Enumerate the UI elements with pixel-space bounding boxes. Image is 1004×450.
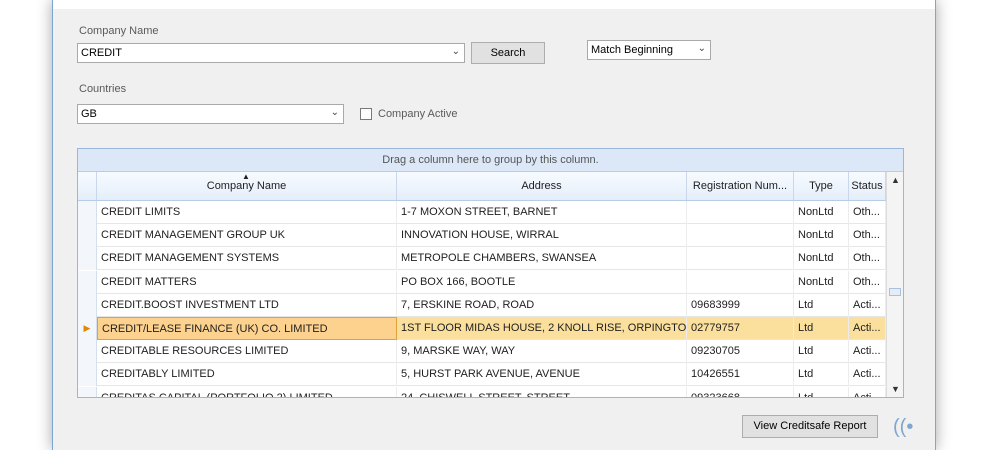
table-row[interactable]: CREDIT MANAGEMENT GROUP UK INNOVATION HOU… [78, 224, 886, 248]
company-name-combo[interactable]: CREDIT ⌄ [77, 43, 465, 63]
cell-type[interactable]: Ltd [794, 317, 849, 340]
window-top-strip [53, 0, 935, 9]
row-indicator[interactable] [78, 247, 97, 271]
cell-type[interactable]: NonLtd [794, 247, 849, 271]
cell-address[interactable]: 7, ERSKINE ROAD, ROAD [397, 293, 687, 317]
cell-reg[interactable] [687, 224, 794, 248]
col-status[interactable]: Status [849, 172, 886, 200]
countries-label: Countries [79, 83, 127, 95]
cell-address[interactable]: 5, HURST PARK AVENUE, AVENUE [397, 363, 687, 387]
cell-address[interactable]: 24, CHISWELL STREET, STREET [397, 386, 687, 397]
cell-reg[interactable]: 09323668 [687, 386, 794, 397]
row-indicator[interactable] [78, 363, 97, 387]
cell-name[interactable]: CREDIT.BOOST INVESTMENT LTD [97, 293, 397, 317]
scroll-thumb[interactable] [889, 288, 901, 296]
cell-status[interactable]: Acti... [849, 363, 886, 387]
cell-status[interactable]: Oth... [849, 201, 886, 224]
cell-reg[interactable] [687, 201, 794, 224]
cell-name[interactable]: CREDITABLY LIMITED [97, 363, 397, 387]
cell-status[interactable]: Acti... [849, 317, 886, 340]
cell-name[interactable]: CREDIT/LEASE FINANCE (UK) CO. LIMITED [97, 317, 397, 340]
match-mode-select[interactable]: Match Beginning ⌄ [587, 40, 711, 60]
cell-type[interactable]: Ltd [794, 386, 849, 397]
chevron-down-icon[interactable]: ⌄ [698, 43, 706, 54]
table-row[interactable]: ▶ CREDIT/LEASE FINANCE (UK) CO. LIMITED 1S… [78, 317, 886, 340]
company-active-label: Company Active [378, 108, 458, 120]
cell-type[interactable]: NonLtd [794, 201, 849, 224]
table-row[interactable]: CREDIT.BOOST INVESTMENT LTD 7, ERSKINE RO… [78, 293, 886, 317]
cell-status[interactable]: Oth... [849, 270, 886, 294]
header-indicator [78, 172, 97, 200]
row-indicator[interactable] [78, 224, 97, 248]
vertical-scrollbar[interactable]: ▲ ▼ [886, 172, 903, 397]
table-row[interactable]: CREDITAS CAPITAL (PORTFOLIO 2) LIMITED 24… [78, 386, 886, 397]
cell-address[interactable]: 9, MARSKE WAY, WAY [397, 340, 687, 364]
cell-address[interactable]: METROPOLE CHAMBERS, SWANSEA [397, 247, 687, 271]
chevron-down-icon[interactable]: ⌄ [452, 46, 460, 57]
cell-address[interactable]: INNOVATION HOUSE, WIRRAL [397, 224, 687, 248]
cell-address[interactable]: 1ST FLOOR MIDAS HOUSE, 2 KNOLL RISE, ORP… [397, 317, 687, 340]
countries-value: GB [81, 108, 97, 120]
cell-reg[interactable]: 02779757 [687, 317, 794, 340]
cell-reg[interactable]: 09683999 [687, 293, 794, 317]
search-button[interactable]: Search [471, 42, 545, 64]
view-creditsafe-report-button[interactable]: View Creditsafe Report [742, 415, 878, 438]
cell-status[interactable]: Acti... [849, 386, 886, 397]
cell-status[interactable]: Acti... [849, 293, 886, 317]
table-row[interactable]: CREDITABLY LIMITED 5, HURST PARK AVENUE, … [78, 363, 886, 387]
cell-type[interactable]: NonLtd [794, 224, 849, 248]
cell-status[interactable]: Oth... [849, 247, 886, 271]
chevron-down-icon[interactable]: ⌄ [331, 107, 339, 118]
cell-name[interactable]: CREDITABLE RESOURCES LIMITED [97, 340, 397, 364]
cell-type[interactable]: NonLtd [794, 270, 849, 294]
sort-ascending-icon: ▲ [242, 172, 250, 181]
scroll-up-icon[interactable]: ▲ [891, 175, 900, 185]
table-row[interactable]: CREDIT LIMITS 1-7 MOXON STREET, BARNET Non… [78, 201, 886, 224]
col-address[interactable]: Address [397, 172, 687, 200]
cell-name[interactable]: CREDIT LIMITS [97, 201, 397, 224]
grid-header: ▲ Company Name Address Registration Num.… [78, 172, 886, 201]
row-indicator[interactable] [78, 340, 97, 364]
col-type[interactable]: Type [794, 172, 849, 200]
results-grid: Drag a column here to group by this colu… [77, 148, 904, 398]
current-row-arrow-icon[interactable]: ▶ [78, 317, 97, 340]
row-indicator[interactable] [78, 293, 97, 317]
cell-reg[interactable]: 10426551 [687, 363, 794, 387]
cell-address[interactable]: 1-7 MOXON STREET, BARNET [397, 201, 687, 224]
cell-address[interactable]: PO BOX 166, BOOTLE [397, 270, 687, 294]
company-active-checkbox[interactable] [360, 108, 372, 120]
table-row[interactable]: CREDITABLE RESOURCES LIMITED 9, MARSKE WA… [78, 340, 886, 364]
cell-name[interactable]: CREDIT MATTERS [97, 270, 397, 294]
cell-name[interactable]: CREDIT MANAGEMENT GROUP UK [97, 224, 397, 248]
cell-name[interactable]: CREDIT MANAGEMENT SYSTEMS [97, 247, 397, 271]
table-row[interactable]: CREDIT MATTERS PO BOX 166, BOOTLE NonLtd Ot… [78, 270, 886, 294]
cell-name[interactable]: CREDITAS CAPITAL (PORTFOLIO 2) LIMITED [97, 386, 397, 397]
cell-type[interactable]: Ltd [794, 293, 849, 317]
cell-reg[interactable]: 09230705 [687, 340, 794, 364]
cell-reg[interactable] [687, 270, 794, 294]
row-indicator[interactable] [78, 201, 97, 224]
creditsafe-logo-icon: ((• [893, 416, 914, 438]
match-mode-value: Match Beginning [591, 44, 673, 56]
cell-type[interactable]: Ltd [794, 340, 849, 364]
group-by-panel[interactable]: Drag a column here to group by this colu… [78, 149, 903, 172]
cell-status[interactable]: Oth... [849, 224, 886, 248]
row-indicator[interactable] [78, 386, 97, 397]
cell-reg[interactable] [687, 247, 794, 271]
scroll-down-icon[interactable]: ▼ [891, 384, 900, 394]
col-company-name[interactable]: ▲ Company Name [97, 172, 397, 200]
cell-status[interactable]: Acti... [849, 340, 886, 364]
table-row[interactable]: CREDIT MANAGEMENT SYSTEMS METROPOLE CHAMB… [78, 247, 886, 271]
col-registration[interactable]: Registration Num... [687, 172, 794, 200]
cell-type[interactable]: Ltd [794, 363, 849, 387]
countries-combo[interactable]: GB ⌄ [77, 104, 344, 124]
company-name-value: CREDIT [81, 47, 122, 59]
row-indicator[interactable] [78, 270, 97, 294]
company-name-label: Company Name [79, 25, 159, 37]
